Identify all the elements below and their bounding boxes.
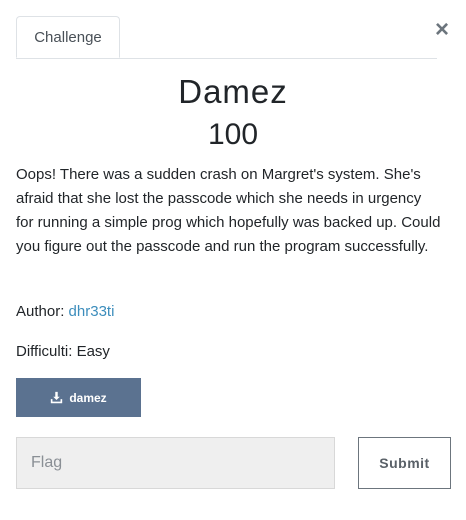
- tab-challenge[interactable]: Challenge: [16, 16, 120, 58]
- flag-input[interactable]: [16, 437, 335, 489]
- author-label: Author:: [16, 303, 65, 320]
- challenge-modal: Challenge × Damez 100 Oops! There was a …: [0, 0, 466, 520]
- author-line: Author: dhr33ti: [16, 301, 114, 323]
- difficulty-value: Easy: [76, 343, 110, 360]
- download-icon: [50, 391, 63, 404]
- tab-bar: Challenge: [16, 16, 437, 59]
- download-file-button[interactable]: damez: [16, 378, 141, 417]
- download-file-label: damez: [69, 390, 107, 405]
- challenge-value: 100: [207, 118, 259, 151]
- challenge-name: Damez: [178, 73, 288, 110]
- challenge-description: Oops! There was a sudden crash on Margre…: [16, 166, 441, 255]
- difficulty-line: Difficulti: Easy: [16, 341, 110, 363]
- submit-button[interactable]: Submit: [358, 437, 451, 489]
- difficulty-label: Difficulti:: [16, 343, 73, 360]
- author-link[interactable]: dhr33ti: [69, 303, 115, 320]
- close-button[interactable]: ×: [431, 18, 453, 42]
